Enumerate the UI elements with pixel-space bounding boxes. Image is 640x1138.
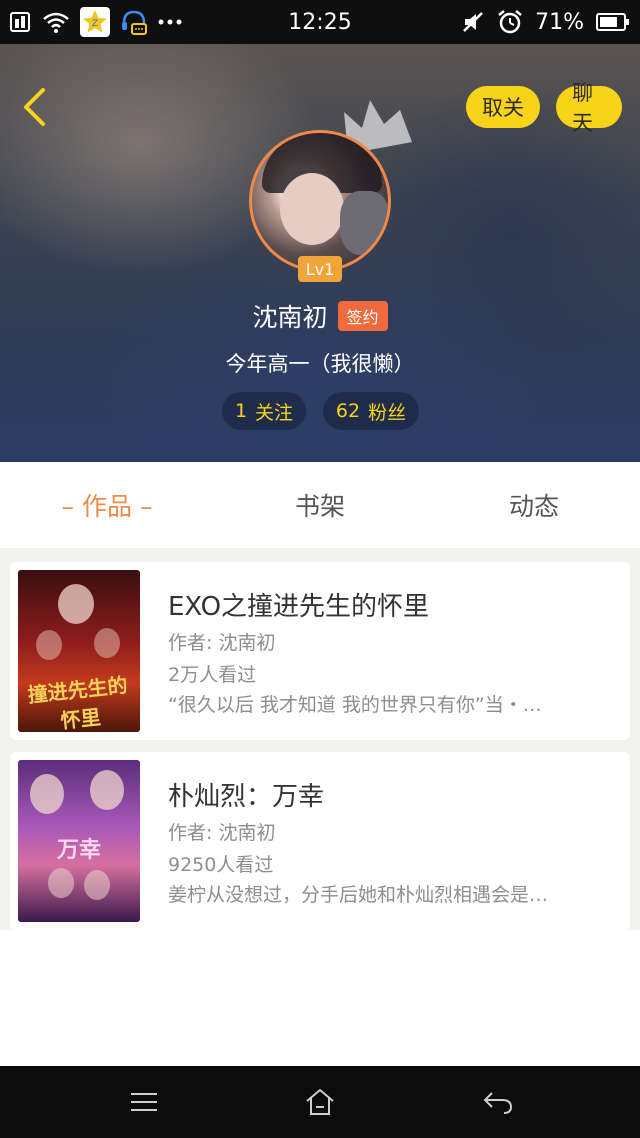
navigation-bar (0, 1066, 640, 1138)
nav-menu-button[interactable] (124, 1082, 164, 1122)
tab-activity[interactable]: 动态 (466, 462, 602, 548)
book-description: 姜柠从没想过，分手后她和朴灿烈相遇会是… (168, 884, 549, 906)
status-bar: Z 12:25 71% (0, 0, 640, 44)
name-row: 沈南初 签约 (0, 298, 640, 334)
book-views: 9250人看过 (168, 854, 274, 876)
cover-title: 万幸 (56, 838, 101, 863)
following-label: 关注 (255, 401, 294, 424)
book-title: 朴灿烈：万幸 (168, 782, 325, 812)
chevron-left-icon (24, 88, 45, 126)
following-count: 1 (234, 400, 248, 422)
menu-icon (131, 1093, 157, 1111)
book-author: 作者: 沈南初 (168, 632, 276, 654)
tab-works[interactable]: – 作品 – (40, 462, 174, 548)
list-item[interactable]: 万幸 朴灿烈：万幸 作者: 沈南初 9250人看过 姜柠从没想过，分手后她和朴灿… (10, 752, 630, 930)
avatar[interactable] (249, 130, 391, 272)
following-count-button[interactable]: 1 关注 (222, 392, 306, 430)
username: 沈南初 (252, 303, 328, 332)
battery-icon (596, 12, 630, 32)
profile-header: 取关 聊天 Lv1 沈南初 签约 今年高一（我很懒） 1 关注 62 粉丝 (0, 44, 640, 462)
signed-badge: 签约 (337, 301, 388, 331)
bio-text: 今年高一（我很懒） (225, 352, 415, 376)
book-cover: 万幸 (18, 760, 140, 922)
home-icon (306, 1088, 334, 1115)
chat-button[interactable]: 聊天 (556, 81, 622, 135)
book-description: “很久以后 我才知道 我的世界只有你”当・… (168, 694, 542, 716)
back-arrow-icon (483, 1092, 513, 1114)
works-list: 撞进先生的怀里 EXO之撞进先生的怀里 作者: 沈南初 2万人看过 “很久以后 … (0, 548, 640, 930)
nav-home-button[interactable] (300, 1082, 340, 1122)
book-views: 2万人看过 (168, 664, 257, 686)
book-author: 作者: 沈南初 (168, 822, 276, 844)
fans-count: 62 (335, 400, 361, 422)
list-item[interactable]: 撞进先生的怀里 EXO之撞进先生的怀里 作者: 沈南初 2万人看过 “很久以后 … (10, 562, 630, 740)
book-cover: 撞进先生的怀里 (18, 570, 140, 732)
nav-back-button[interactable] (478, 1082, 518, 1122)
book-title: EXO之撞进先生的怀里 (168, 592, 430, 622)
profile-page: Z 12:25 71% 取关 聊天 Lv1 沈南初 签约 今年高一（我很懒） 1… (0, 0, 640, 1138)
mute-icon (461, 10, 485, 34)
fans-count-button[interactable]: 62 粉丝 (323, 392, 419, 430)
cover-title: 撞进先生的怀里 (26, 672, 129, 732)
alarm-icon (497, 9, 523, 35)
fans-label: 粉丝 (368, 401, 407, 424)
unfollow-button[interactable]: 取关 (466, 86, 540, 128)
tab-bookshelf[interactable]: 书架 (252, 462, 388, 548)
status-right-icons: 71% (461, 7, 630, 37)
level-badge: Lv1 (298, 256, 342, 282)
battery-percent: 71% (535, 9, 584, 35)
profile-tabs: – 作品 – 书架 动态 (0, 462, 640, 548)
back-button[interactable] (14, 84, 54, 130)
